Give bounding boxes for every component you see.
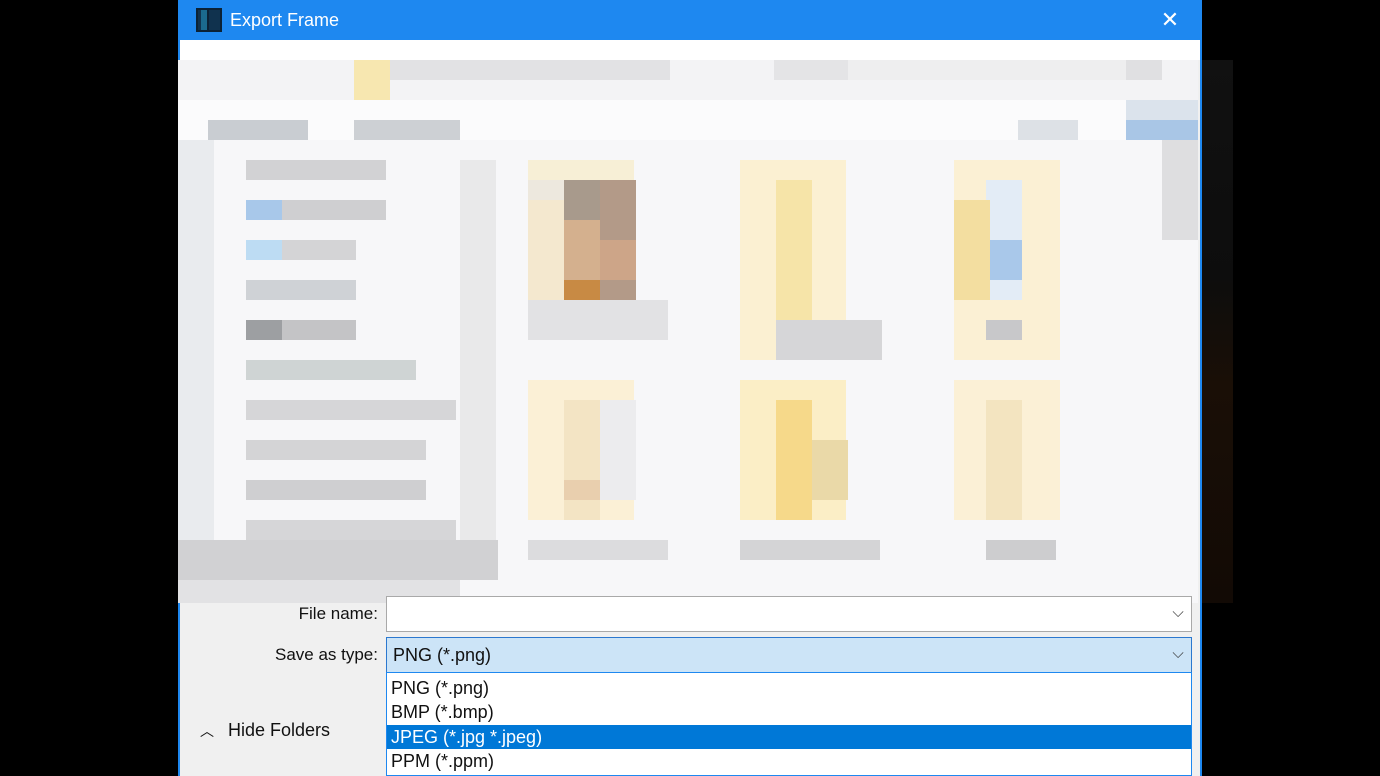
pixel-block xyxy=(246,360,416,380)
close-icon: ✕ xyxy=(1160,7,1180,32)
window-title: Export Frame xyxy=(230,10,340,30)
pixel-block xyxy=(986,400,1022,520)
pixel-block xyxy=(986,540,1056,560)
background-window xyxy=(1200,60,1233,603)
pixel-block xyxy=(354,120,460,140)
pixel-block xyxy=(246,440,426,460)
pixel-block xyxy=(564,280,600,300)
pixel-block xyxy=(528,540,668,560)
save-as-type-select[interactable]: PNG (*.png) ⌵ xyxy=(386,637,1192,673)
pixel-block xyxy=(178,140,214,603)
pixel-block xyxy=(564,220,600,280)
pixel-block xyxy=(986,320,1022,340)
chevron-down-icon[interactable]: ⌵ xyxy=(1171,605,1185,620)
pixel-block xyxy=(178,540,498,580)
chevron-up-icon: ︿ xyxy=(200,723,214,740)
pixel-block xyxy=(812,440,848,500)
pixel-block xyxy=(1126,100,1198,120)
hide-folders-button[interactable]: ︿ Hide Folders xyxy=(200,720,330,741)
pixel-block xyxy=(528,200,564,300)
chevron-down-icon[interactable]: ⌵ xyxy=(1171,646,1185,661)
close-button[interactable]: ✕ xyxy=(1150,4,1190,36)
pixel-block xyxy=(246,400,456,420)
pixel-block xyxy=(564,400,600,520)
export-frame-dialog: Export Frame ✕ File name: ⌵ Save as type… xyxy=(178,0,1202,776)
top-strip xyxy=(180,40,1200,60)
pixel-block xyxy=(986,240,1022,280)
pixel-block xyxy=(1162,140,1198,240)
pixel-block xyxy=(1018,120,1078,140)
obscured-file-browser xyxy=(178,60,1198,603)
option-jpeg[interactable]: JPEG (*.jpg *.jpeg) xyxy=(387,725,1191,749)
pixel-block xyxy=(740,540,880,560)
pixel-block xyxy=(848,60,1158,80)
pixel-block xyxy=(954,200,990,300)
pixel-block xyxy=(246,280,356,300)
pixel-block xyxy=(208,120,308,140)
pixel-block xyxy=(528,300,668,340)
pixel-block xyxy=(1126,60,1162,80)
option-png[interactable]: PNG (*.png) xyxy=(387,676,1191,700)
file-name-input[interactable]: ⌵ xyxy=(386,596,1192,632)
pixel-block xyxy=(246,320,282,340)
option-ppm[interactable]: PPM (*.ppm) xyxy=(387,749,1191,773)
pixel-block xyxy=(776,180,812,340)
pixel-block xyxy=(600,240,636,280)
pixel-block xyxy=(246,480,426,500)
pixel-block xyxy=(564,480,600,500)
pixel-block xyxy=(600,400,636,500)
file-name-label: File name: xyxy=(298,604,378,623)
pixel-block xyxy=(460,160,496,540)
pixel-block xyxy=(246,240,282,260)
option-bmp[interactable]: BMP (*.bmp) xyxy=(387,700,1191,724)
pixel-block xyxy=(246,160,386,180)
pixel-block xyxy=(528,160,634,180)
pixel-block xyxy=(246,200,282,220)
pixel-block xyxy=(390,60,670,80)
pixel-block xyxy=(1126,120,1198,140)
pixel-block xyxy=(246,520,456,540)
save-as-type-label: Save as type: xyxy=(274,645,378,664)
pixel-block xyxy=(354,60,390,100)
film-frame-icon xyxy=(196,8,222,32)
save-as-type-dropdown: PNG (*.png) BMP (*.bmp) JPEG (*.jpg *.jp… xyxy=(386,672,1192,776)
hide-folders-label: Hide Folders xyxy=(228,720,331,740)
title-bar[interactable]: Export Frame ✕ xyxy=(180,0,1200,40)
pixel-block xyxy=(774,60,854,80)
pixel-block xyxy=(776,400,812,520)
pixel-block xyxy=(776,320,882,360)
save-as-type-value: PNG (*.png) xyxy=(393,645,492,665)
